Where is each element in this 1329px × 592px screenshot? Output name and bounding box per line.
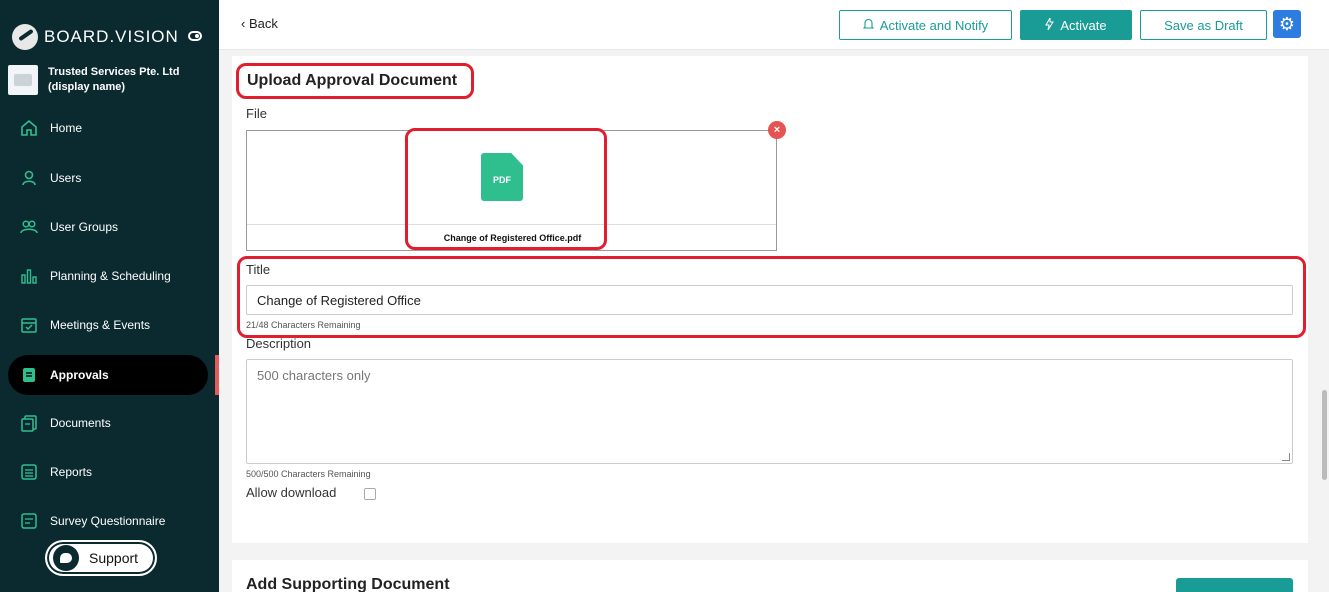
save-as-draft-button[interactable]: Save as Draft — [1140, 10, 1267, 40]
org-display-name: (display name) — [48, 81, 126, 93]
support-label: Support — [89, 550, 139, 566]
gear-icon: ⚙ — [1278, 13, 1296, 34]
lightning-icon — [1045, 15, 1055, 33]
bell-icon — [862, 18, 875, 33]
page-scrollbar[interactable] — [1319, 50, 1329, 592]
chevron-left-icon: ‹ — [241, 16, 249, 31]
sidebar-item-planning[interactable]: Planning & Scheduling — [8, 256, 208, 296]
home-icon — [20, 119, 38, 137]
chat-icon — [53, 545, 79, 571]
allow-download-label: Allow download — [246, 485, 337, 500]
sidebar-item-label: Approvals — [50, 368, 109, 382]
description-textarea[interactable]: 500 characters only — [246, 359, 1293, 464]
back-link[interactable]: ‹ Back — [241, 16, 278, 31]
approval-doc-icon — [20, 366, 38, 384]
user-icon — [20, 169, 38, 187]
description-char-count: 500/500 Characters Remaining — [246, 469, 371, 479]
sidebar-item-label: User Groups — [50, 220, 119, 234]
logo-icon — [12, 24, 38, 50]
back-label: Back — [248, 16, 278, 31]
sidebar-item-label: Reports — [50, 465, 93, 479]
description-placeholder: 500 characters only — [257, 368, 371, 383]
calendar-icon — [20, 316, 38, 334]
user-group-icon — [20, 218, 38, 236]
sidebar-item-label: Survey Questionnaire — [50, 514, 166, 528]
activate-button[interactable]: Activate — [1020, 10, 1132, 40]
activate-label: Activate — [1060, 17, 1107, 33]
report-icon — [20, 463, 38, 481]
supporting-document-title: Add Supporting Document — [246, 576, 450, 592]
scrollbar-thumb[interactable] — [1322, 390, 1327, 480]
description-label: Description — [246, 336, 312, 351]
sidebar-item-documents[interactable]: Documents — [8, 403, 208, 443]
active-indicator — [215, 355, 219, 395]
org-avatar — [8, 65, 38, 95]
file-label: File — [246, 106, 267, 121]
sidebar-item-meetings[interactable]: Meetings & Events — [8, 305, 208, 345]
allow-download-checkbox[interactable] — [364, 488, 376, 500]
sidebar-item-approvals[interactable]: Approvals — [8, 355, 208, 395]
sidebar-item-user-groups[interactable]: User Groups — [8, 207, 208, 247]
annotation-highlight-title-field — [237, 256, 1306, 338]
resize-handle-icon[interactable] — [1282, 453, 1290, 461]
logo-text: BOARD.VISION — [44, 27, 179, 46]
sidebar-item-label: Home — [50, 121, 83, 135]
sidebar-item-survey[interactable]: Survey Questionnaire — [8, 501, 208, 541]
annotation-highlight-title — [236, 63, 474, 99]
org-name: Trusted Services Pte. Ltd — [48, 66, 180, 78]
support-button[interactable]: Support — [45, 540, 157, 576]
bar-chart-icon — [20, 267, 38, 285]
sidebar-toggle-icon[interactable] — [188, 31, 202, 41]
sidebar-item-label: Documents — [50, 416, 111, 430]
annotation-highlight-file — [405, 128, 607, 250]
remove-file-icon[interactable]: × — [768, 121, 786, 139]
add-supporting-document-button[interactable] — [1176, 578, 1293, 592]
activate-and-notify-button[interactable]: Activate and Notify — [839, 10, 1012, 40]
sidebar-item-label: Planning & Scheduling — [50, 269, 171, 283]
settings-button[interactable]: ⚙ — [1273, 10, 1301, 38]
save-as-draft-label: Save as Draft — [1164, 17, 1243, 33]
documents-icon — [20, 414, 38, 432]
sidebar-item-label: Meetings & Events — [50, 318, 151, 332]
org-selector[interactable]: Trusted Services Pte. Ltd (display name) — [8, 65, 213, 95]
brand-logo[interactable]: BOARD.VISION — [12, 24, 212, 50]
sidebar-item-label: Users — [50, 171, 82, 185]
sidebar-item-reports[interactable]: Reports — [8, 452, 208, 492]
sidebar-item-users[interactable]: Users — [8, 158, 208, 198]
activate-and-notify-label: Activate and Notify — [879, 17, 989, 33]
sidebar: BOARD.VISION Trusted Services Pte. Ltd (… — [0, 0, 219, 592]
sidebar-item-home[interactable]: Home — [8, 108, 208, 148]
survey-icon — [20, 512, 38, 530]
